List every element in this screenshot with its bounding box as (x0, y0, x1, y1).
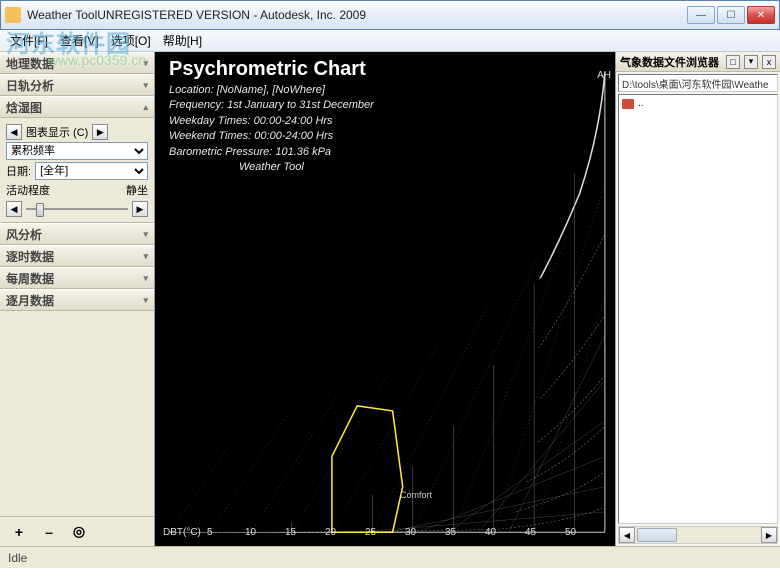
y-axis-label: AH (597, 70, 611, 81)
xtick: 50 (565, 527, 576, 538)
scroll-right-button[interactable]: ▶ (761, 527, 777, 543)
xtick: 40 (485, 527, 496, 538)
chart-location: Location: [NoName], [NoWhere] (169, 83, 374, 98)
workspace: 地理数据 日轨分析 焓湿图 ◀ 图表显示 (C) ▶ 累积频率 日期: [全年]… (0, 52, 780, 546)
date-select[interactable]: [全年] (35, 162, 148, 180)
x-axis-label: DBT(°C) (163, 527, 201, 538)
xtick: 30 (405, 527, 416, 538)
activity-value: 静坐 (126, 182, 148, 198)
chart-canvas[interactable]: Psychrometric Chart Location: [NoName], … (155, 52, 615, 546)
browser-file-list[interactable]: .. (618, 94, 778, 524)
chart-title-text: Psychrometric Chart (169, 58, 374, 81)
panel-geo-data[interactable]: 地理数据 (0, 52, 154, 74)
xtick: 45 (525, 527, 536, 538)
panel-wind[interactable]: 风分析 (0, 223, 154, 245)
activity-dec-button[interactable]: ◀ (6, 201, 22, 217)
browser-h-scrollbar[interactable]: ◀ ▶ (618, 526, 778, 544)
xtick: 25 (365, 527, 376, 538)
folder-up-icon (622, 99, 634, 109)
list-item[interactable]: .. (621, 97, 775, 110)
chart-frequency: Frequency: 1st January to 31st December (169, 98, 374, 113)
zoom-out-button[interactable]: – (38, 521, 60, 543)
window-title: Weather ToolUNREGISTERED VERSION - Autod… (27, 8, 687, 22)
browser-path-field[interactable]: D:\tools\桌面\河东软件园\Weathe (618, 74, 778, 92)
minimize-button[interactable]: — (687, 6, 715, 24)
chart-weekday: Weekday Times: 00:00-24:00 Hrs (169, 114, 374, 129)
status-bar: Idle (0, 546, 780, 568)
date-label: 日期: (6, 163, 31, 179)
close-button[interactable]: ✕ (747, 6, 775, 24)
activity-label: 活动程度 (6, 182, 50, 198)
file-browser-title: 气象数据文件浏览器 (620, 54, 722, 70)
chart-header: Psychrometric Chart Location: [NoName], … (169, 58, 374, 175)
xtick: 5 (207, 527, 213, 538)
panel-monthly[interactable]: 逐月数据 (0, 289, 154, 311)
scroll-left-button[interactable]: ◀ (619, 527, 635, 543)
panel-hourly[interactable]: 逐时数据 (0, 245, 154, 267)
panel-sunpath[interactable]: 日轨分析 (0, 74, 154, 96)
xtick: 15 (285, 527, 296, 538)
panel-psychro-body: ◀ 图表显示 (C) ▶ 累积频率 日期: [全年] 活动程度 静坐 ◀ (0, 118, 154, 223)
window-controls: — ☐ ✕ (687, 6, 775, 24)
app-icon (5, 7, 21, 23)
scroll-thumb[interactable] (637, 528, 677, 542)
chart-weekend: Weekend Times: 00:00-24:00 Hrs (169, 129, 374, 144)
sidebar-spacer (0, 311, 154, 516)
panel-psychro[interactable]: 焓湿图 (0, 96, 154, 118)
chart-toolname: Weather Tool (169, 160, 374, 175)
menu-bar: 文件[F] 查看[V] 选项[O] 帮助[H] (0, 30, 780, 52)
browser-menu-button[interactable]: ▾ (744, 55, 758, 69)
panel-weekly[interactable]: 每周数据 (0, 267, 154, 289)
xtick: 10 (245, 527, 256, 538)
xtick: 35 (445, 527, 456, 538)
menu-file[interactable]: 文件[F] (4, 32, 54, 49)
status-text: Idle (8, 551, 27, 565)
maximize-button[interactable]: ☐ (717, 6, 745, 24)
window-titlebar: Weather ToolUNREGISTERED VERSION - Autod… (0, 0, 780, 30)
chart-pressure: Barometric Pressure: 101.36 kPa (169, 145, 374, 160)
fit-view-button[interactable]: ◎ (68, 521, 90, 543)
overlay-select[interactable]: 累积频率 (6, 142, 148, 160)
activity-slider[interactable] (26, 200, 128, 218)
menu-help[interactable]: 帮助[H] (157, 32, 208, 49)
browser-close-button[interactable]: x (762, 55, 776, 69)
left-sidebar: 地理数据 日轨分析 焓湿图 ◀ 图表显示 (C) ▶ 累积频率 日期: [全年]… (0, 52, 155, 546)
chart-prev-button[interactable]: ◀ (6, 124, 22, 140)
menu-options[interactable]: 选项[O] (105, 32, 157, 49)
chart-display-label: 图表显示 (C) (26, 124, 88, 140)
file-browser-pane: 气象数据文件浏览器 □ ▾ x D:\tools\桌面\河东软件园\Weathe… (615, 52, 780, 546)
menu-view[interactable]: 查看[V] (54, 32, 105, 49)
zoom-in-button[interactable]: + (8, 521, 30, 543)
comfort-zone-label: Comfort (400, 490, 432, 500)
sidebar-toolbar: + – ◎ (0, 516, 154, 546)
list-item-label: .. (638, 98, 644, 109)
chart-next-button[interactable]: ▶ (92, 124, 108, 140)
browser-pin-button[interactable]: □ (726, 55, 740, 69)
activity-inc-button[interactable]: ▶ (132, 201, 148, 217)
xtick: 20 (325, 527, 336, 538)
file-browser-header: 气象数据文件浏览器 □ ▾ x (616, 52, 780, 72)
